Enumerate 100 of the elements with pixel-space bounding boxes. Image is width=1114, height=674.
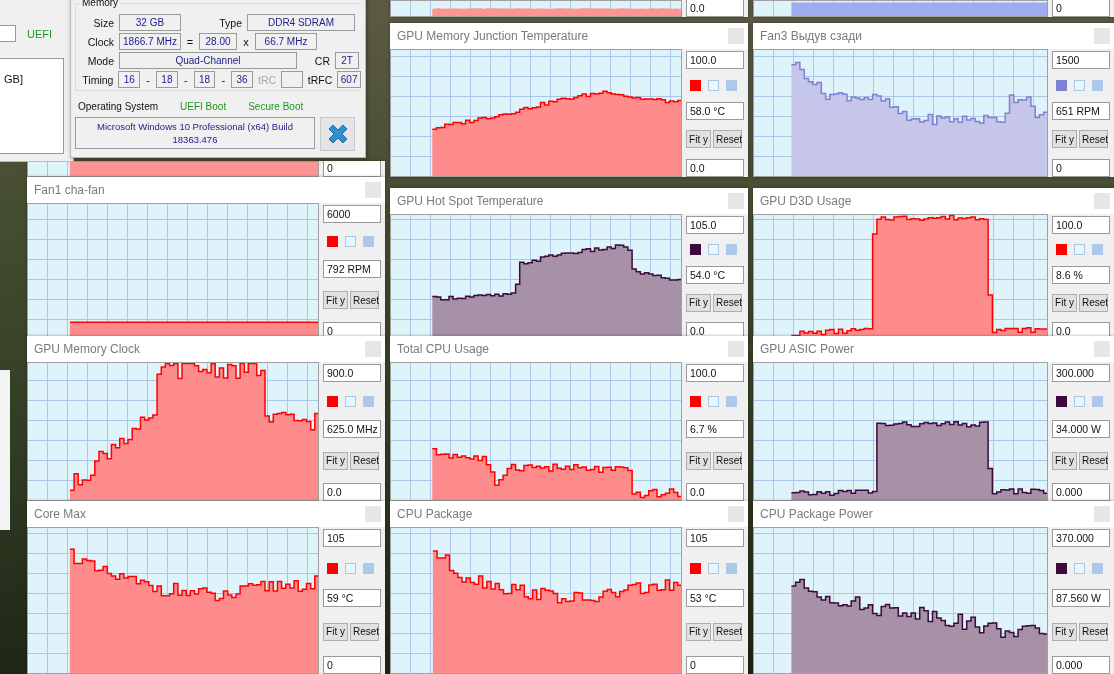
min-value-field[interactable]: 0.000 (1052, 483, 1110, 501)
current-value-field[interactable]: 87.560 W (1052, 589, 1110, 607)
min-value-field[interactable]: 0 (1052, 159, 1110, 177)
fit-y-button[interactable]: Fit y (686, 451, 711, 470)
line-color-swatch[interactable] (327, 562, 338, 574)
fit-y-button[interactable]: Fit y (1052, 451, 1077, 470)
fit-y-button[interactable]: Fit y (323, 622, 348, 641)
current-value-field[interactable]: 34.000 W (1052, 420, 1110, 438)
background-color-swatch[interactable] (345, 395, 356, 407)
background-color-swatch[interactable] (708, 562, 719, 574)
grid-color-swatch[interactable] (726, 395, 737, 407)
line-color-swatch[interactable] (327, 395, 338, 407)
reset-button[interactable]: Reset (350, 451, 379, 470)
min-value-field[interactable]: 0 (686, 656, 744, 674)
max-value-field[interactable]: 300.000 (1052, 364, 1110, 382)
max-value-field[interactable]: 105.0 (686, 216, 744, 234)
grid-color-swatch[interactable] (363, 562, 374, 574)
graph-title: GPU ASIC Power (760, 342, 855, 356)
max-value-field[interactable]: 100.0 (686, 51, 744, 69)
graph-title: CPU Package Power (760, 507, 873, 521)
min-value-field[interactable]: 0.0 (686, 483, 744, 501)
background-color-swatch[interactable] (345, 562, 356, 574)
background-color-swatch[interactable] (708, 79, 719, 91)
fit-y-button[interactable]: Fit y (686, 293, 711, 312)
reset-button[interactable]: Reset (1079, 130, 1108, 149)
background-color-swatch[interactable] (345, 236, 356, 247)
max-value-field[interactable]: 100.0 (686, 364, 744, 382)
min-value-field[interactable]: 0 (1052, 0, 1110, 17)
background-color-swatch[interactable] (1074, 79, 1085, 91)
min-value-field[interactable]: 0.000 (1052, 656, 1110, 674)
max-value-field[interactable]: 100.0 (1052, 216, 1110, 234)
fit-y-button[interactable]: Fit y (323, 291, 348, 309)
line-color-swatch[interactable] (1056, 562, 1067, 574)
max-value-field[interactable]: 6000 (323, 205, 381, 223)
min-value-field[interactable]: 0.0 (686, 0, 744, 17)
close-button[interactable] (320, 117, 355, 151)
current-value-field[interactable]: 8.6 % (1052, 265, 1110, 284)
grid-color-swatch[interactable] (726, 562, 737, 574)
background-color-swatch[interactable] (1074, 244, 1085, 256)
fit-y-button[interactable]: Fit y (1052, 622, 1077, 641)
graph-title: CPU Package (397, 507, 473, 521)
max-value-field[interactable]: 370.000 (1052, 529, 1110, 547)
grid-color-swatch[interactable] (1092, 79, 1103, 91)
line-color-swatch[interactable] (1056, 395, 1067, 407)
max-value-field[interactable]: 105 (686, 529, 744, 547)
grid-color-swatch[interactable] (363, 236, 374, 247)
reset-button[interactable]: Reset (1079, 622, 1108, 641)
min-value-field[interactable]: 0.0 (686, 159, 744, 177)
fit-y-button[interactable]: Fit y (1052, 293, 1077, 312)
max-value-field[interactable]: 105 (323, 529, 381, 547)
reset-button[interactable]: Reset (1079, 451, 1108, 470)
grid-color-swatch[interactable] (726, 244, 737, 256)
reset-button[interactable]: Reset (1079, 293, 1108, 312)
background-color-swatch[interactable] (708, 395, 719, 407)
grid-color-swatch[interactable] (1092, 244, 1103, 256)
line-color-swatch[interactable] (327, 236, 338, 247)
min-value-field[interactable]: 0.0 (323, 483, 381, 501)
fit-y-button[interactable]: Fit y (1052, 130, 1077, 149)
background-color-swatch[interactable] (708, 244, 719, 256)
reset-button[interactable]: Reset (713, 130, 742, 149)
text-field[interactable] (0, 25, 16, 42)
min-value-field[interactable]: 0 (323, 161, 381, 177)
max-value-field[interactable]: 1500 (1052, 51, 1110, 69)
reset-button[interactable]: Reset (350, 622, 379, 641)
line-color-swatch[interactable] (690, 244, 701, 256)
current-value-field[interactable]: 651 RPM (1052, 101, 1110, 120)
timing-separator: - (220, 73, 227, 86)
grid-color-swatch[interactable] (1092, 562, 1103, 574)
fit-y-button[interactable]: Fit y (686, 622, 711, 641)
reset-button[interactable]: Reset (713, 293, 742, 312)
grid-color-swatch[interactable] (1092, 395, 1103, 407)
fit-y-button[interactable]: Fit y (323, 451, 348, 470)
current-value-field[interactable]: 53 °C (686, 589, 744, 607)
grid-color-swatch[interactable] (726, 79, 737, 91)
current-value-field[interactable]: 6.7 % (686, 420, 744, 438)
max-value-field[interactable]: 900.0 (323, 364, 381, 382)
current-value-field[interactable]: 625.0 MHz (323, 420, 381, 438)
secure-boot-label: Secure Boot (248, 101, 304, 112)
current-value-field[interactable]: 792 RPM (323, 260, 381, 278)
line-color-swatch[interactable] (690, 562, 701, 574)
line-color-swatch[interactable] (1056, 244, 1067, 256)
line-color-swatch[interactable] (690, 79, 701, 91)
current-value-field[interactable]: 59 °C (323, 589, 381, 607)
reset-button[interactable]: Reset (713, 451, 742, 470)
grid-color-swatch[interactable] (363, 395, 374, 407)
background-color-swatch[interactable] (1074, 395, 1085, 407)
current-value-field[interactable]: 54.0 °C (686, 265, 744, 284)
size-field: 32 GB (119, 14, 181, 31)
group-label: Memory (80, 0, 121, 8)
field-label: Timing (81, 73, 114, 86)
reset-button[interactable]: Reset (713, 622, 742, 641)
min-value-field[interactable]: 0 (323, 656, 381, 674)
list-text: GB] (4, 73, 23, 85)
background-color-swatch[interactable] (1074, 562, 1085, 574)
fit-y-button[interactable]: Fit y (686, 130, 711, 149)
type-field: DDR4 SDRAM (247, 14, 355, 31)
current-value-field[interactable]: 58.0 °C (686, 101, 744, 120)
line-color-swatch[interactable] (690, 395, 701, 407)
line-color-swatch[interactable] (1056, 79, 1067, 91)
reset-button[interactable]: Reset (350, 291, 379, 309)
